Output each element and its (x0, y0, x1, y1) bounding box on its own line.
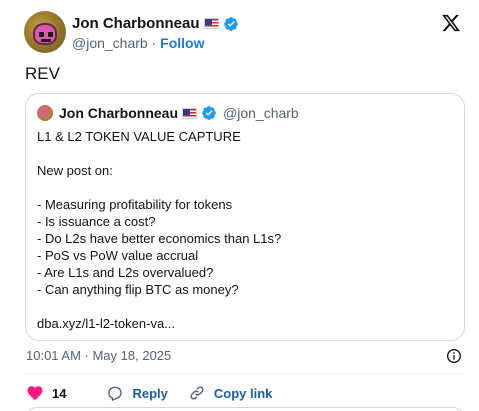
x-logo-icon[interactable] (441, 13, 461, 33)
quoted-line: - Do L2s have better economics than L1s? (37, 231, 282, 246)
verified-badge-icon[interactable] (223, 16, 239, 32)
like-count: 14 (52, 385, 67, 401)
quoted-tweet[interactable]: Jon Charbonneau @jon_charb L1 & L2 TOKEN… (25, 93, 465, 341)
quoted-link[interactable]: dba.xyz/l1-l2-token-va... (37, 315, 454, 332)
copy-link-label: Copy link (213, 385, 273, 401)
author-handle[interactable]: @jon_charb (72, 35, 148, 51)
us-flag-icon (203, 18, 219, 29)
quoted-line: - Can anything flip BTC as money? (37, 282, 239, 297)
quoted-author-avatar (37, 105, 53, 121)
quoted-line (37, 179, 454, 196)
link-icon (188, 384, 206, 402)
quoted-line: - Are L1s and L2s overvalued? (37, 265, 214, 280)
quoted-line: - Measuring profitability for tokens (37, 197, 233, 212)
author-display-name[interactable]: Jon Charbonneau (72, 15, 200, 32)
quoted-line (37, 298, 454, 315)
reply-button[interactable]: Reply (106, 384, 168, 402)
author-name-row: Jon Charbonneau (72, 15, 239, 32)
us-flag-icon (182, 107, 198, 119)
quoted-author-handle: @jon_charb (223, 105, 299, 121)
quoted-line: - Is issuance a cost? (37, 214, 156, 229)
tweet-timestamp[interactable]: 10:01 AM · May 18, 2025 (26, 348, 171, 363)
like-button[interactable]: 14 (26, 384, 66, 402)
tweet-header: Jon Charbonneau @jon_charb · Follow (24, 11, 465, 55)
verified-badge-icon (201, 105, 217, 121)
reply-label: Reply (132, 385, 168, 401)
reply-icon (106, 384, 124, 402)
quoted-line: - PoS vs PoW value accrual (37, 248, 199, 263)
info-icon[interactable] (446, 348, 462, 364)
quoted-tweet-body: L1 & L2 TOKEN VALUE CAPTURE New post on:… (37, 128, 454, 332)
avatar-face (33, 23, 57, 45)
tweet-text: REV (25, 64, 60, 83)
tweet-actions: 14 Reply Copy link (26, 382, 272, 404)
quoted-line (37, 145, 454, 162)
quoted-line: New post on: (37, 163, 113, 178)
follow-button[interactable]: Follow (160, 35, 204, 51)
author-handle-row: @jon_charb · Follow (72, 35, 204, 51)
handle-separator: · (151, 35, 157, 51)
divider (25, 373, 465, 374)
quoted-tweet-header: Jon Charbonneau @jon_charb (37, 105, 299, 121)
copy-link-button[interactable]: Copy link (188, 384, 273, 402)
quoted-author-name: Jon Charbonneau (59, 105, 179, 121)
quoted-line: L1 & L2 TOKEN VALUE CAPTURE (37, 129, 241, 144)
author-avatar[interactable] (24, 11, 66, 53)
heart-icon (26, 384, 44, 402)
reply-box-edge (25, 407, 465, 411)
